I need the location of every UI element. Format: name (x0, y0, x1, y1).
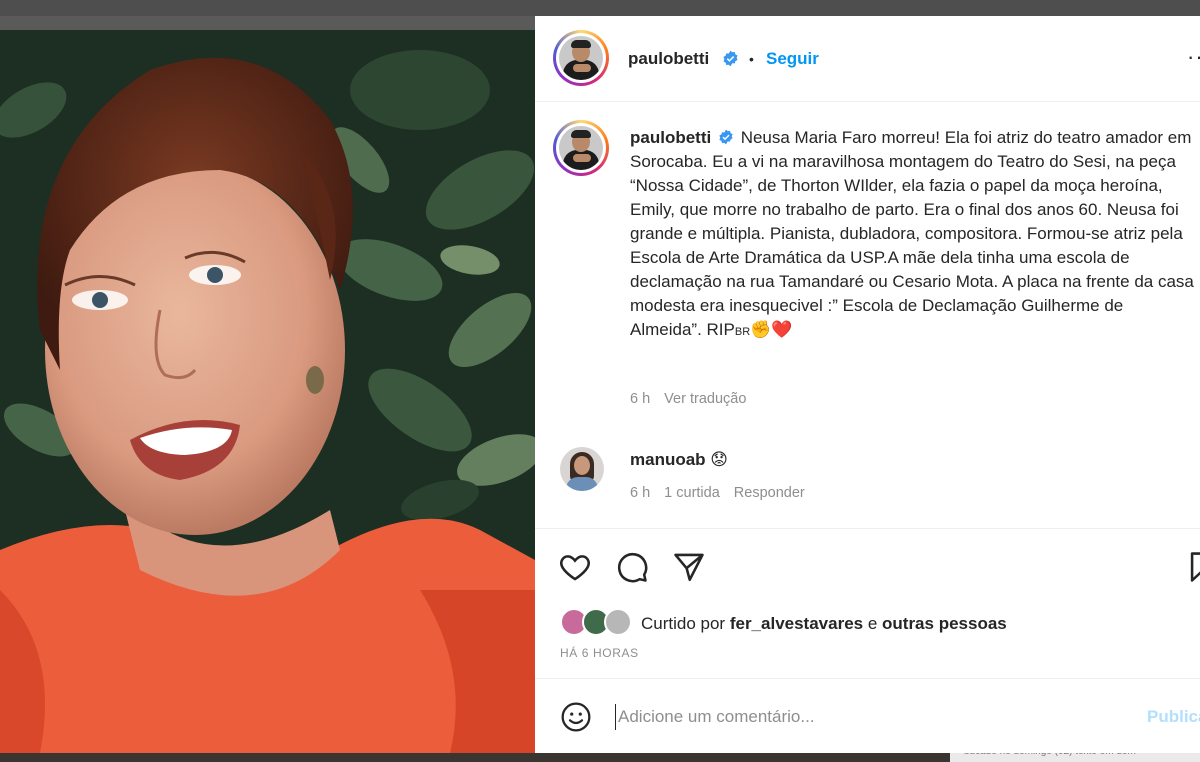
reply-button[interactable]: Responder (734, 485, 805, 501)
brazil-flag-emoji: BR (734, 326, 751, 338)
post-image[interactable] (0, 30, 535, 753)
author-avatar[interactable] (553, 30, 609, 86)
browser-backdrop-top (0, 0, 1200, 16)
add-comment-divider (535, 678, 1200, 679)
post-header: paulobetti • Seguir ··· (535, 16, 1200, 102)
comment-icon[interactable] (615, 550, 649, 584)
caption-meta: 6 h Ver tradução (630, 391, 760, 407)
comment-input[interactable] (615, 704, 1115, 730)
commenter-avatar[interactable] (560, 447, 604, 491)
likes-summary[interactable]: Curtido por fer_alvestavares e outras pe… (641, 614, 1007, 634)
translate-link[interactable]: Ver tradução (664, 391, 746, 407)
verified-icon (723, 50, 738, 67)
heart-icon[interactable] (558, 550, 592, 584)
liker-avatars[interactable] (560, 608, 634, 636)
author-username[interactable]: paulobetti (628, 49, 709, 69)
caption-username[interactable]: paulobetti (630, 128, 711, 147)
likes-middle: e (863, 614, 883, 633)
commenter-username[interactable]: manuoab (630, 450, 706, 469)
post-details-panel: paulobetti • Seguir ··· paulobetti Neusa… (535, 16, 1200, 753)
comment-meta: 6 h 1 curtida Responder (630, 485, 819, 501)
liker-avatar (604, 608, 632, 636)
save-icon[interactable] (1185, 550, 1200, 584)
caption-time: 6 h (630, 391, 651, 407)
caption-author-avatar[interactable] (553, 120, 609, 176)
liker-username[interactable]: fer_alvestavares (730, 614, 863, 633)
share-icon[interactable] (672, 550, 706, 584)
more-icon[interactable]: ··· (1187, 44, 1200, 70)
follow-button[interactable]: Seguir (766, 49, 819, 69)
post-caption: paulobetti Neusa Maria Faro morreu! Ela … (630, 126, 1198, 344)
caption-emojis: ✊❤️ (750, 320, 793, 339)
comment-text: 😟 (710, 450, 729, 469)
likes-prefix: Curtido por (641, 614, 730, 633)
comment-likes[interactable]: 1 curtida (664, 485, 720, 501)
publish-button[interactable]: Publicar (1147, 707, 1200, 727)
actions-divider (535, 528, 1200, 529)
separator-dot: • (749, 51, 754, 67)
post-timestamp[interactable]: HÁ 6 HORAS (560, 646, 639, 660)
caption-verified-icon (719, 129, 733, 145)
emoji-icon[interactable] (560, 701, 592, 733)
likes-others[interactable]: outras pessoas (882, 614, 1007, 633)
comment-time: 6 h (630, 485, 651, 501)
caption-text: Neusa Maria Faro morreu! Ela foi atriz d… (630, 128, 1194, 339)
comment-row: manuoab 😟 (630, 450, 728, 470)
